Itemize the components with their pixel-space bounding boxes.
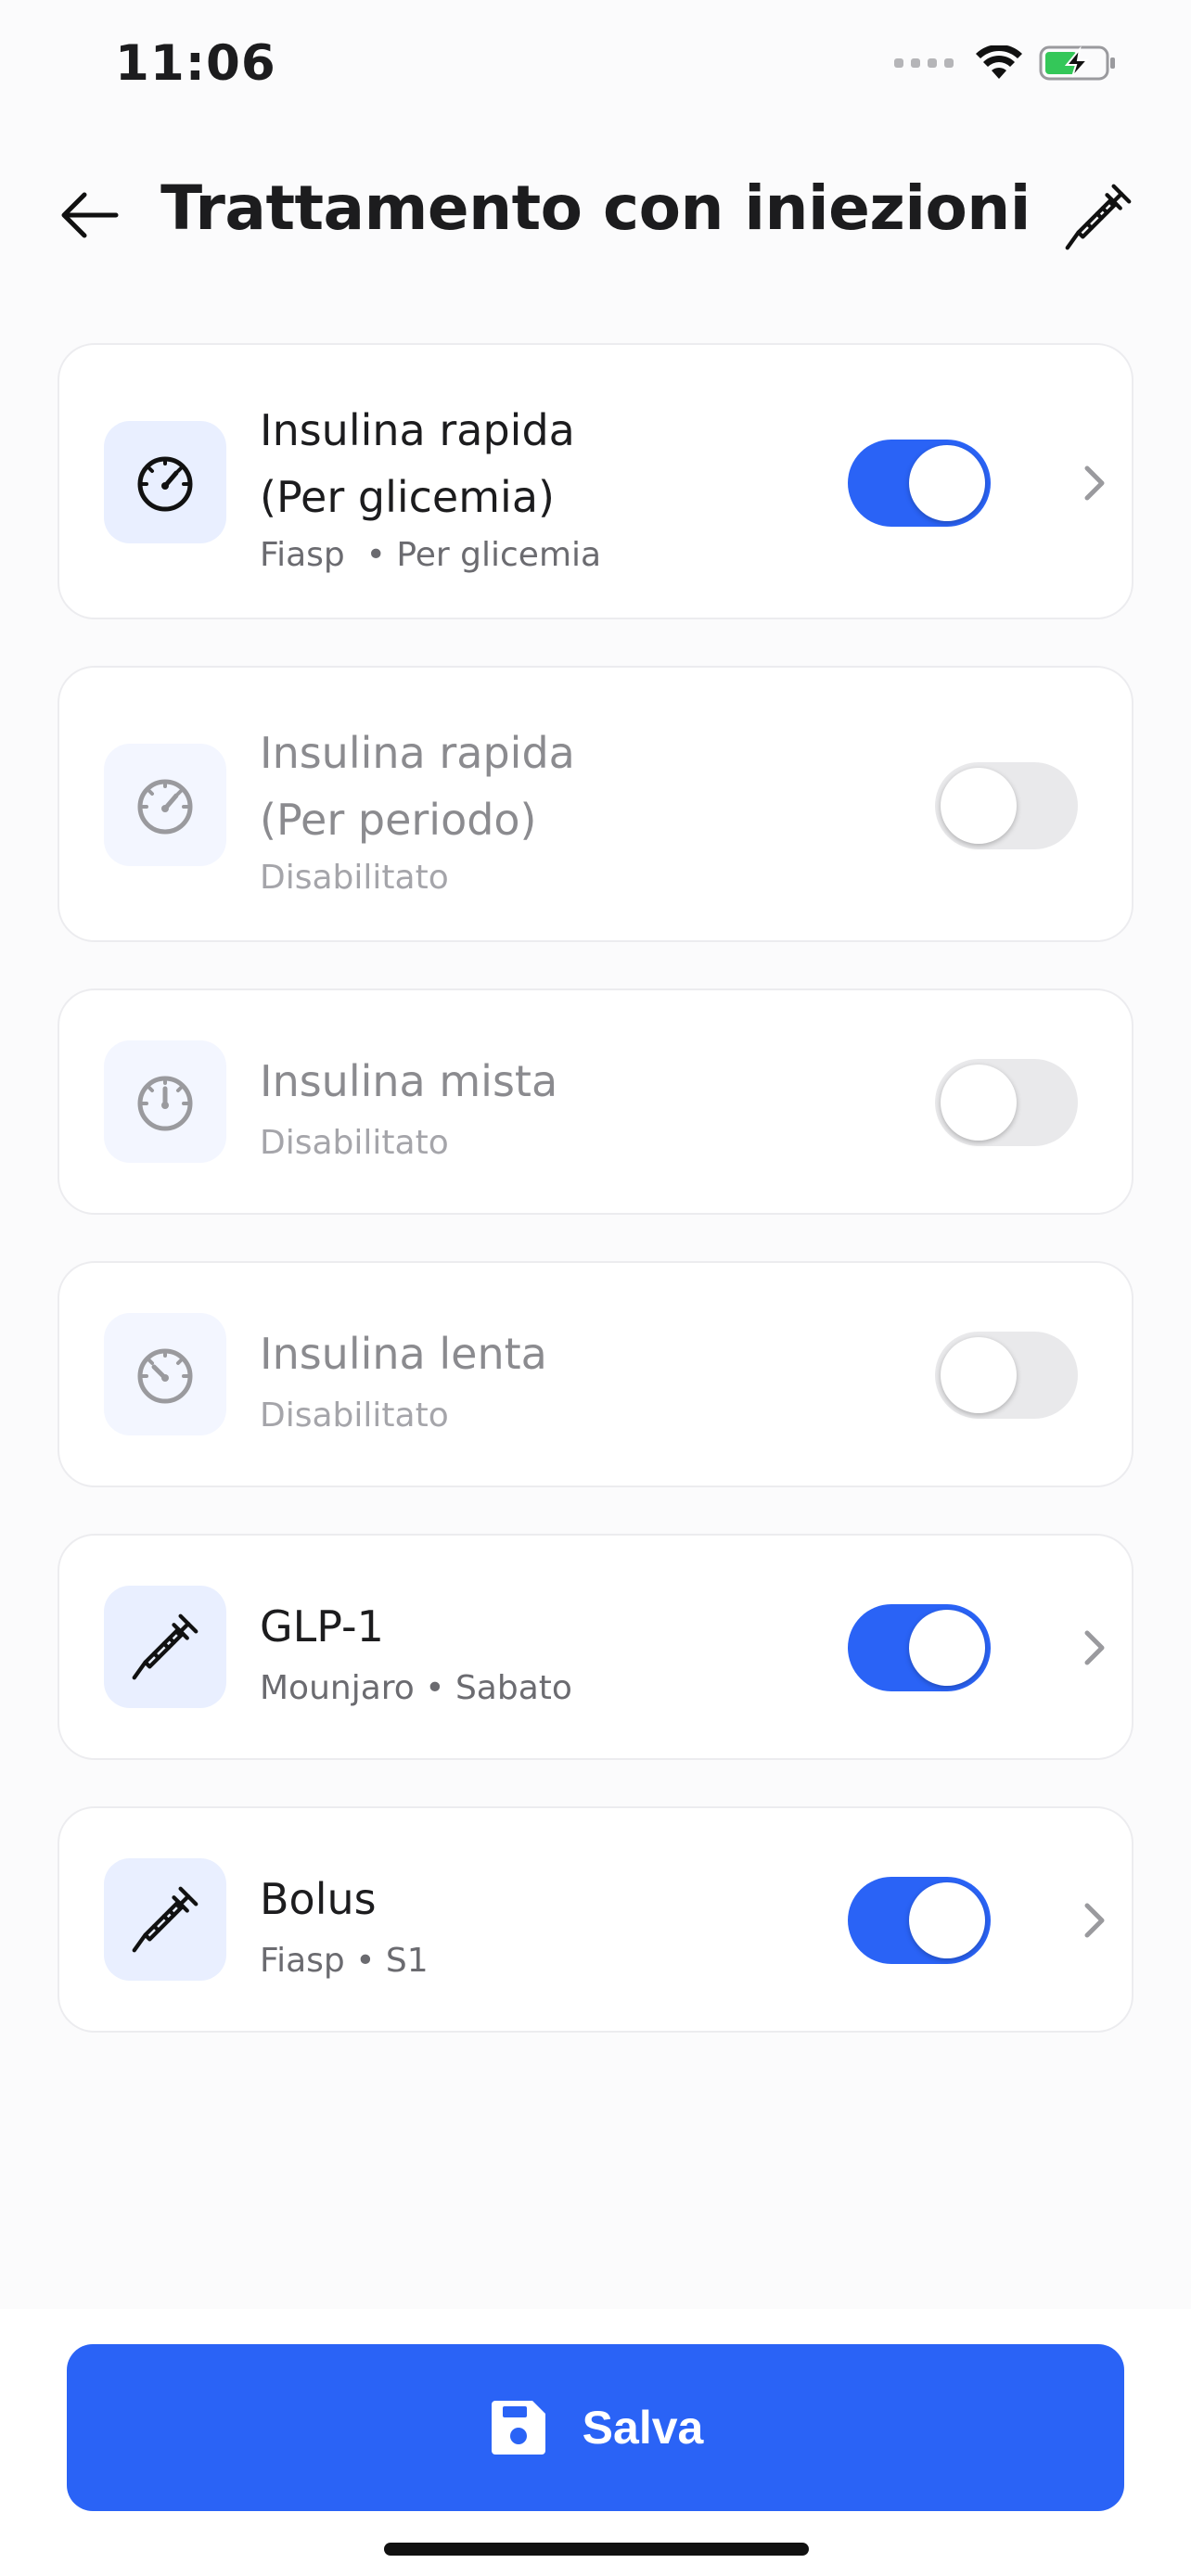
card-title: Insulina mista — [260, 1056, 558, 1106]
card-title: Insulina rapida (Per periodo) — [260, 720, 779, 853]
card-rapid-insulin-glycemia[interactable]: Insulina rapida (Per glicemia) Fiasp • P… — [58, 343, 1133, 619]
card-subtitle: Mounjaro • Sabato — [260, 1669, 572, 1707]
chevron-right-icon — [1076, 1897, 1113, 1944]
bottom-bar: Salva — [0, 2309, 1191, 2576]
syringe-icon — [132, 1886, 198, 1953]
card-icon-box — [104, 421, 226, 543]
save-button[interactable]: Salva — [67, 2344, 1124, 2511]
card-icon-box — [104, 1586, 226, 1708]
card-subtitle: Disabilitato — [260, 1396, 449, 1435]
card-icon-box — [104, 1040, 226, 1163]
status-icons — [894, 45, 1117, 82]
card-title-line1: Insulina rapida — [260, 405, 575, 455]
toggle-switch[interactable] — [848, 440, 991, 527]
card-title-line2: (Per glicemia) — [260, 472, 555, 522]
gauge-icon — [137, 1348, 193, 1404]
page-title: Trattamento con iniezioni — [160, 172, 1031, 244]
card-subtitle: Disabilitato — [260, 859, 449, 897]
card-title: GLP-1 — [260, 1601, 384, 1651]
status-time: 11:06 — [115, 35, 276, 92]
card-subtitle: Fiasp • S1 — [260, 1942, 429, 1980]
toggle-switch[interactable] — [935, 1059, 1078, 1146]
battery-icon — [1039, 45, 1115, 81]
card-icon-box — [104, 1313, 226, 1435]
home-indicator — [384, 2543, 809, 2556]
toggle-switch[interactable] — [848, 1877, 991, 1964]
gauge-icon — [137, 1076, 193, 1131]
card-icon-box — [104, 1858, 226, 1981]
floppy-disk-icon — [491, 2401, 545, 2455]
card-slow-insulin[interactable]: Insulina lenta Disabilitato — [58, 1261, 1133, 1487]
cellular-signal-icon — [894, 58, 954, 68]
card-glp1[interactable]: GLP-1 Mounjaro • Sabato — [58, 1534, 1133, 1760]
card-rapid-insulin-period[interactable]: Insulina rapida (Per periodo) Disabilita… — [58, 666, 1133, 942]
card-title: Bolus — [260, 1874, 377, 1924]
header: Trattamento con iniezioni — [0, 158, 1191, 269]
card-bolus[interactable]: Bolus Fiasp • S1 — [58, 1806, 1133, 2033]
gauge-icon — [137, 779, 193, 835]
status-bar: 11:06 — [0, 0, 1191, 130]
gauge-icon — [137, 456, 193, 512]
toggle-switch[interactable] — [935, 762, 1078, 849]
syringe-icon — [132, 1613, 198, 1680]
wifi-icon — [976, 45, 1022, 79]
card-title: Insulina lenta — [260, 1329, 547, 1379]
toggle-switch[interactable] — [848, 1604, 991, 1691]
card-mixed-insulin[interactable]: Insulina mista Disabilitato — [58, 988, 1133, 1215]
syringe-icon — [1065, 184, 1132, 250]
card-subtitle: Disabilitato — [260, 1124, 449, 1162]
save-button-label: Salva — [582, 2402, 704, 2454]
card-title: Insulina rapida (Per glicemia) — [260, 397, 779, 530]
header-syringe-button[interactable] — [1052, 171, 1145, 263]
chevron-right-icon — [1076, 1625, 1113, 1671]
chevron-right-icon — [1076, 460, 1113, 506]
card-title-line2: (Per periodo) — [260, 795, 537, 845]
card-title-line1: Insulina rapida — [260, 728, 575, 778]
toggle-switch[interactable] — [935, 1332, 1078, 1419]
card-subtitle: Fiasp • Per glicemia — [260, 536, 602, 574]
card-icon-box — [104, 744, 226, 866]
